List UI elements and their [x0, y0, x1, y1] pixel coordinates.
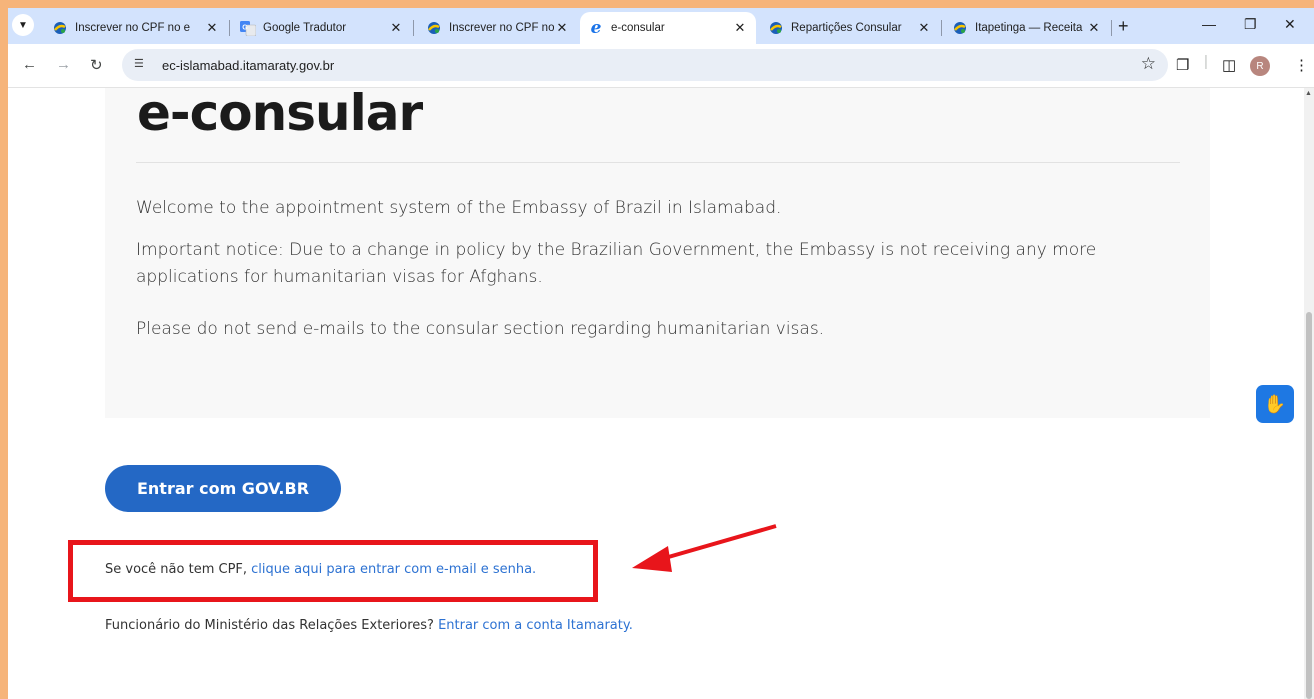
url-text[interactable]: ec-islamabad.itamaraty.gov.br — [162, 58, 334, 73]
tab-separator — [1111, 20, 1112, 36]
translate-icon: G — [240, 20, 256, 36]
toolbar-divider: | — [1204, 53, 1208, 70]
tab-cpf-2[interactable]: Inscrever no CPF no e ✕ — [418, 12, 578, 44]
page-viewport: e-consular Welcome to the appointment sy… — [8, 84, 1314, 699]
menu-kebab-icon[interactable]: ⋮ — [1294, 56, 1309, 74]
restore-icon[interactable]: ❐ — [1244, 16, 1257, 33]
tab-google-tradutor[interactable]: G Google Tradutor ✕ — [232, 12, 414, 44]
mre-prefix: Funcionário do Ministério das Relações E… — [105, 618, 439, 633]
close-window-icon[interactable]: ✕ — [1284, 16, 1296, 33]
side-panel-icon[interactable]: ◫ — [1222, 56, 1236, 74]
browser-toolbar: ← → ↻ ☰ ec-islamabad.itamaraty.gov.br ☆ … — [8, 44, 1314, 88]
new-tab-icon[interactable]: + — [1118, 16, 1129, 37]
site-info-icon[interactable]: ☰ — [134, 57, 144, 70]
annotation-arrow-icon — [632, 524, 777, 572]
tab-title: Inscrever no CPF no e — [75, 22, 191, 34]
close-icon[interactable]: ✕ — [916, 20, 932, 36]
tab-separator — [941, 20, 942, 36]
scroll-up-icon[interactable]: ▲ — [1305, 90, 1312, 97]
tab-strip: ▼ Inscrever no CPF no e ✕ G Google Tradu… — [8, 8, 1314, 44]
tab-itapetinga[interactable]: Itapetinga — Receita ✕ — [944, 12, 1112, 44]
tab-separator — [413, 20, 414, 36]
welcome-text: Welcome to the appointment system of the… — [136, 198, 782, 218]
tab-title: e-consular — [611, 22, 665, 34]
forward-icon[interactable]: → — [56, 56, 71, 73]
divider — [136, 162, 1180, 163]
chevron-down-icon: ▼ — [18, 19, 28, 31]
annotation-highlight-box — [68, 540, 598, 602]
extensions-icon[interactable]: ❐ — [1176, 56, 1189, 74]
scrollbar[interactable]: ▲ — [1304, 88, 1314, 699]
tab-search-button[interactable]: ▼ — [12, 14, 34, 36]
no-email-text: Please do not send e-mails to the consul… — [136, 319, 825, 339]
browser-window: ▼ Inscrever no CPF no e ✕ G Google Tradu… — [8, 8, 1314, 699]
tab-separator — [229, 20, 230, 36]
itamaraty-login-link[interactable]: Entrar com a conta Itamaraty. — [438, 618, 633, 633]
close-icon[interactable]: ✕ — [732, 20, 748, 36]
tab-title: Repartições Consular — [791, 22, 902, 34]
address-bar[interactable]: ☰ ec-islamabad.itamaraty.gov.br ☆ — [122, 49, 1168, 81]
reload-icon[interactable]: ↻ — [90, 56, 103, 74]
close-icon[interactable]: ✕ — [388, 20, 404, 36]
scrollbar-thumb[interactable] — [1306, 312, 1312, 699]
bookmark-star-icon[interactable]: ☆ — [1141, 54, 1156, 74]
minimize-icon[interactable]: — — [1202, 16, 1216, 32]
welcome-card: e-consular Welcome to the appointment sy… — [105, 84, 1210, 418]
mre-line: Funcionário do Ministério das Relações E… — [105, 618, 633, 633]
tab-title: Itapetinga — Receita — [975, 22, 1083, 34]
tab-title: Google Tradutor — [263, 22, 347, 34]
tab-e-consular[interactable]: e e-consular ✕ — [580, 12, 756, 44]
close-icon[interactable]: ✕ — [554, 20, 570, 36]
e-icon: e — [590, 18, 602, 38]
svg-text:G: G — [242, 24, 248, 31]
tab-reparticoes[interactable]: Repartições Consular ✕ — [760, 12, 942, 44]
notice-text: Important notice: Due to a change in pol… — [136, 240, 1097, 287]
back-icon[interactable]: ← — [22, 56, 37, 73]
accessibility-hands-icon[interactable]: ✋ — [1256, 385, 1294, 423]
close-icon[interactable]: ✕ — [204, 20, 220, 36]
gov-br-login-button[interactable]: Entrar com GOV.BR — [105, 465, 341, 512]
gov-icon — [426, 20, 442, 36]
close-icon[interactable]: ✕ — [1086, 20, 1102, 36]
page-title: e-consular — [137, 84, 423, 142]
gov-icon — [52, 20, 68, 36]
avatar[interactable]: R — [1250, 56, 1270, 76]
gov-icon — [952, 20, 968, 36]
gov-icon — [768, 20, 784, 36]
tab-cpf-1[interactable]: Inscrever no CPF no e ✕ — [44, 12, 230, 44]
tab-title: Inscrever no CPF no e — [449, 22, 554, 34]
